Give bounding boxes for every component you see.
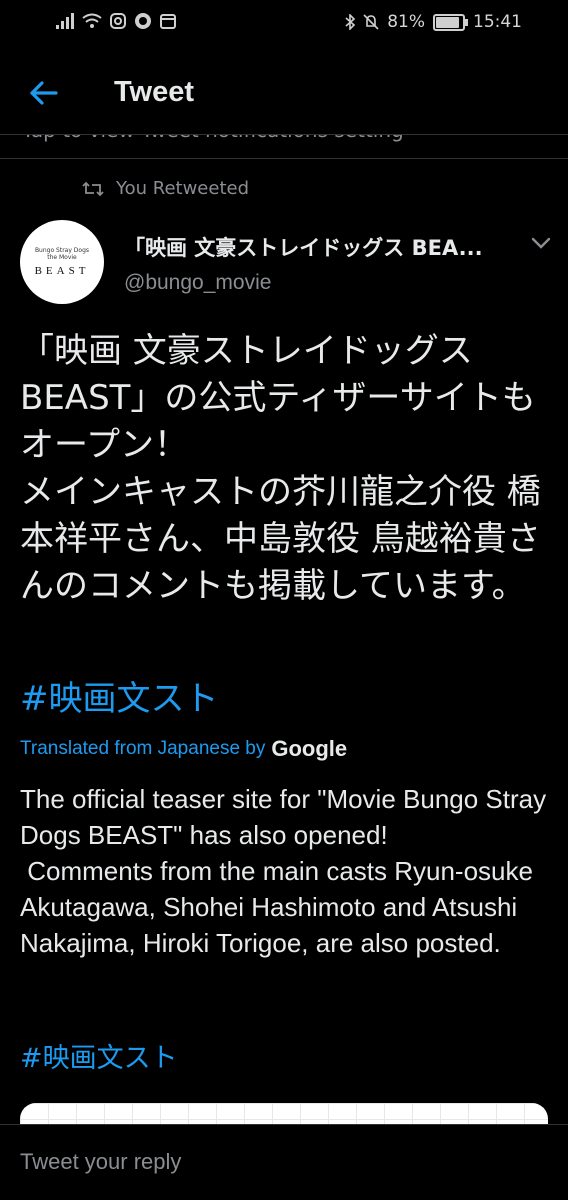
- reply-bar[interactable]: Tweet your reply: [0, 1124, 568, 1200]
- translated-by[interactable]: Translated from Japanese by Google: [20, 736, 347, 762]
- battery-percent: 81%: [387, 12, 425, 32]
- calendar-icon: [160, 14, 176, 29]
- hashtag-link[interactable]: #映画文スト: [20, 671, 219, 720]
- wifi-icon: [82, 13, 102, 28]
- back-arrow-icon[interactable]: [28, 76, 62, 110]
- avatar-subtitle-2: the Movie: [47, 254, 77, 261]
- translated-text-body: The official teaser site for "Movie Bung…: [20, 784, 547, 958]
- bluetooth-icon: [345, 14, 356, 30]
- avatar[interactable]: Bungo Stray Dogs the Movie BEAST: [20, 220, 104, 304]
- reply-input[interactable]: Tweet your reply: [20, 1149, 181, 1175]
- status-bar: 81% 15:41: [0, 0, 568, 46]
- tweet-text-body: 「映画 文豪ストレイドッグス BEAST」の公式ティザーサイトもオープン！ メイ…: [20, 331, 541, 606]
- top-app-bar: Tweet: [0, 54, 568, 135]
- tweet-text: 「映画 文豪ストレイドッグス BEAST」の公式ティザーサイトもオープン！ メイ…: [20, 328, 560, 610]
- signal-icon: [56, 13, 74, 29]
- avatar-subtitle-1: Bungo Stray Dogs: [34, 247, 90, 254]
- translated-label: Translated from Japanese by: [20, 738, 266, 759]
- translated-text: The official teaser site for "Movie Bung…: [20, 781, 560, 961]
- chevron-down-icon[interactable]: [530, 236, 552, 250]
- status-bar-right: 81% 15:41: [345, 12, 522, 32]
- page-title: Tweet: [114, 76, 195, 108]
- battery-fill: [436, 16, 459, 28]
- circle-icon: [135, 13, 151, 29]
- retweet-label: You Retweeted: [116, 178, 250, 199]
- instagram-icon: [110, 13, 126, 29]
- translated-hashtag-link[interactable]: #映画文スト: [20, 1036, 178, 1075]
- battery-icon: [433, 13, 468, 31]
- google-logo: Google: [271, 736, 348, 761]
- clock: 15:41: [473, 12, 522, 32]
- author-name[interactable]: 「映画 文豪ストレイドッグス BEA...: [124, 232, 514, 262]
- retweet-indicator: You Retweeted: [82, 178, 249, 199]
- status-bar-left: [56, 12, 176, 30]
- avatar-title: BEAST: [34, 265, 90, 277]
- author-handle[interactable]: @bungo_movie: [124, 271, 271, 295]
- mute-icon: [363, 14, 379, 30]
- retweet-icon: [82, 181, 104, 196]
